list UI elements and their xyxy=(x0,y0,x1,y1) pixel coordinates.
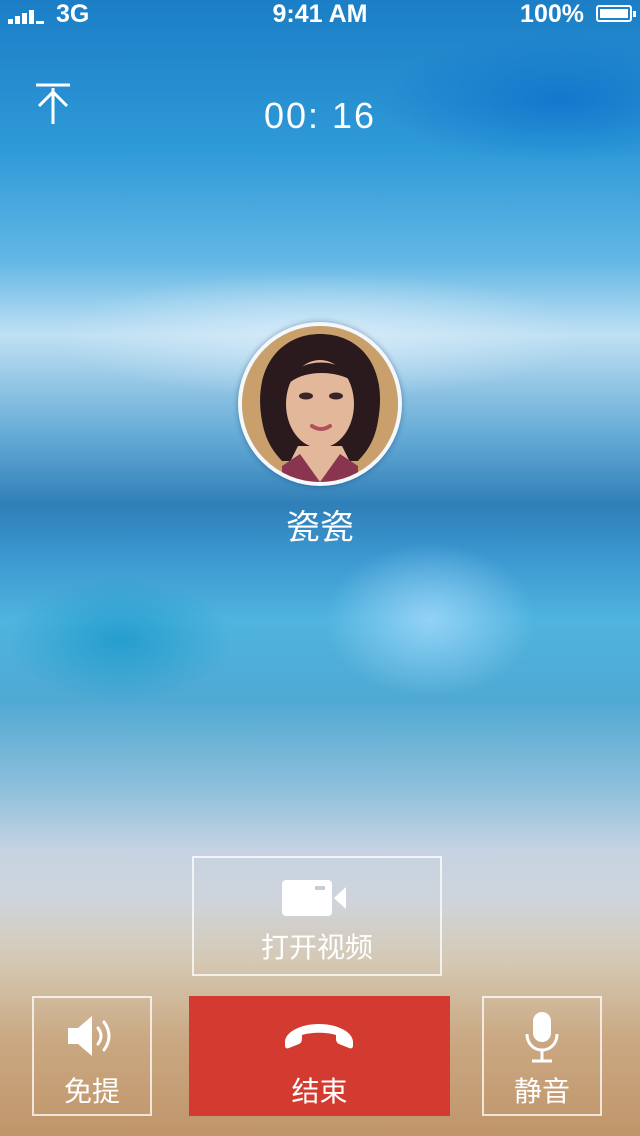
battery-icon xyxy=(596,5,636,22)
open-video-label: 打开视频 xyxy=(260,932,373,963)
end-call-button[interactable]: 结束 xyxy=(189,996,450,1116)
speaker-icon xyxy=(68,1016,111,1056)
hang-up-icon xyxy=(285,1024,353,1049)
mute-label: 静音 xyxy=(513,1076,570,1107)
open-video-button[interactable]: 打开视频 xyxy=(192,856,442,976)
microphone-icon xyxy=(525,1012,559,1063)
video-camera-icon xyxy=(282,880,346,916)
status-bar: 3G 9:41 AM 100% xyxy=(0,0,640,30)
call-duration: 00: 16 xyxy=(263,95,377,136)
contact-name: 瓷瓷 xyxy=(286,509,354,547)
battery-percentage: 100% xyxy=(520,0,584,28)
speaker-button[interactable]: 免提 xyxy=(32,996,152,1116)
contact-avatar xyxy=(238,322,402,486)
speaker-label: 免提 xyxy=(63,1076,120,1107)
end-call-label: 结束 xyxy=(291,1076,348,1107)
contact-photo xyxy=(242,326,398,482)
mute-button[interactable]: 静音 xyxy=(482,996,602,1116)
